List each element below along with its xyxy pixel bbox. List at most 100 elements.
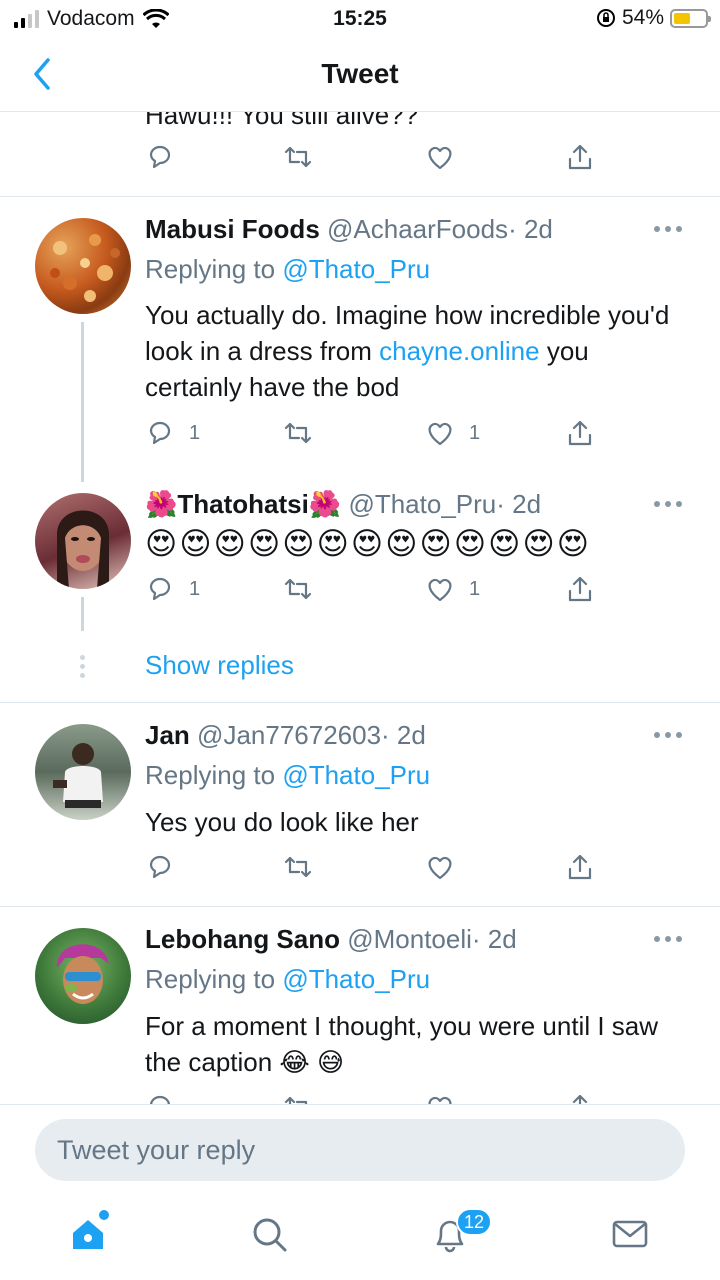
share-button[interactable]	[565, 574, 595, 604]
tweet-text: You actually do. Imagine how incredible …	[145, 297, 685, 405]
replying-to-handle[interactable]: @Thato_Pru	[282, 760, 430, 790]
retweet-button[interactable]	[283, 142, 313, 172]
tweet-actions: 1 1	[145, 418, 605, 450]
avatar[interactable]	[35, 218, 131, 314]
share-icon	[568, 576, 592, 602]
like-icon	[428, 1096, 452, 1104]
like-button[interactable]	[425, 142, 455, 172]
tweet-header: Lebohang Sano @Montoeli· 2d	[145, 924, 517, 955]
author-handle[interactable]: @Thato_Pru	[348, 489, 496, 519]
like-button[interactable]: 1	[425, 574, 480, 604]
retweet-icon	[284, 422, 312, 444]
search-icon	[253, 1218, 287, 1252]
reply-bar	[0, 1104, 720, 1198]
notifications-badge: 12	[456, 1208, 493, 1236]
share-icon	[568, 854, 592, 880]
reply-icon	[149, 855, 171, 879]
tweet-actions	[145, 1092, 605, 1104]
tweet-text: Yes you do look like her	[145, 807, 419, 837]
reply-button[interactable]	[145, 1092, 175, 1104]
author-name[interactable]: Jan	[145, 720, 190, 750]
more-icon[interactable]	[654, 936, 682, 944]
replying-to-handle[interactable]: @Thato_Pru	[282, 964, 430, 994]
replying-label: Replying to	[145, 254, 276, 284]
author-handle[interactable]: @AchaarFoods	[327, 214, 508, 244]
tweet-thread[interactable]: Hawu!!! You still alive?? Mabusi Foods @…	[0, 112, 720, 1104]
share-button[interactable]	[565, 1092, 595, 1104]
like-icon	[428, 146, 452, 170]
share-button[interactable]	[565, 142, 595, 172]
orientation-lock-icon	[596, 9, 615, 27]
retweet-icon	[284, 856, 312, 878]
tweet-time: · 2d	[496, 489, 542, 519]
reply-icon	[149, 577, 171, 601]
tweet-link[interactable]: chayne.online	[379, 336, 539, 366]
messages-icon	[612, 1220, 648, 1248]
divider	[0, 702, 720, 703]
like-button[interactable]	[425, 1092, 455, 1104]
tweet-time: · 2d	[508, 214, 553, 244]
tweet-time: · 2d	[471, 924, 517, 954]
battery-percent: 54%	[621, 6, 664, 29]
header: Tweet	[0, 40, 720, 112]
replying-to: Replying to @Thato_Pru	[145, 760, 430, 791]
avatar[interactable]	[35, 928, 131, 1024]
show-replies-link[interactable]: Show replies	[145, 650, 294, 681]
tweet-header: Mabusi Foods @AchaarFoods· 2d	[145, 214, 553, 245]
reply-input[interactable]	[35, 1119, 685, 1181]
reply-button[interactable]: 1	[145, 574, 200, 604]
home-icon	[73, 1220, 103, 1249]
author-name[interactable]: Lebohang Sano	[145, 924, 340, 954]
replying-to: Replying to @Thato_Pru	[145, 254, 430, 285]
author-name[interactable]: Mabusi Foods	[145, 214, 320, 244]
reply-icon	[149, 145, 171, 169]
tweet-text: For a moment I thought, you were until I…	[145, 1011, 659, 1077]
tweet-text: 😍😍😍😍😍😍😍😍😍😍😍😍😍	[145, 526, 592, 561]
share-icon	[568, 420, 592, 446]
battery-icon	[670, 8, 711, 28]
author-name[interactable]: 🌺Thatohatsi🌺	[145, 489, 341, 519]
reply-count: 1	[189, 421, 201, 444]
like-count: 1	[469, 577, 481, 600]
more-icon[interactable]	[654, 732, 682, 740]
status-bar: Vodacom 15:25 54%	[0, 0, 720, 40]
avatar-image	[50, 234, 120, 302]
share-icon	[568, 144, 592, 170]
retweet-button[interactable]	[283, 852, 313, 882]
share-button[interactable]	[565, 418, 595, 448]
replying-to-handle[interactable]: @Thato_Pru	[282, 254, 430, 284]
like-icon	[428, 856, 452, 880]
tweet-actions	[145, 142, 605, 174]
reply-button[interactable]	[145, 142, 175, 172]
retweet-button[interactable]	[283, 574, 313, 604]
tab-bar: 12	[0, 1198, 720, 1280]
share-button[interactable]	[565, 852, 595, 882]
more-icon[interactable]	[654, 226, 682, 234]
author-handle[interactable]: @Jan77672603	[197, 720, 381, 750]
reply-button[interactable]	[145, 852, 175, 882]
avatar[interactable]	[35, 724, 131, 820]
reply-button[interactable]: 1	[145, 418, 200, 448]
divider	[0, 196, 720, 197]
tweet-actions: 1 1	[145, 574, 605, 606]
like-button[interactable]	[425, 852, 455, 882]
avatar[interactable]	[35, 493, 131, 589]
tweet-actions	[145, 852, 605, 884]
tab-home[interactable]	[68, 1214, 112, 1258]
like-button[interactable]: 1	[425, 418, 480, 448]
tweet-header: 🌺Thatohatsi🌺 @Thato_Pru· 2d	[145, 489, 541, 520]
replying-label: Replying to	[145, 964, 276, 994]
page-title: Tweet	[321, 58, 399, 89]
more-icon[interactable]	[654, 501, 682, 509]
reply-icon	[149, 421, 171, 445]
tweet-header: Jan @Jan77672603· 2d	[145, 720, 426, 751]
like-count: 1	[469, 421, 481, 444]
divider	[0, 906, 720, 907]
retweet-button[interactable]	[283, 418, 313, 448]
replying-label: Replying to	[145, 760, 276, 790]
tab-search[interactable]	[249, 1214, 293, 1258]
retweet-button[interactable]	[283, 1092, 313, 1104]
tab-messages[interactable]	[610, 1214, 654, 1258]
author-handle[interactable]: @Montoeli	[347, 924, 472, 954]
reply-count: 1	[189, 577, 201, 600]
